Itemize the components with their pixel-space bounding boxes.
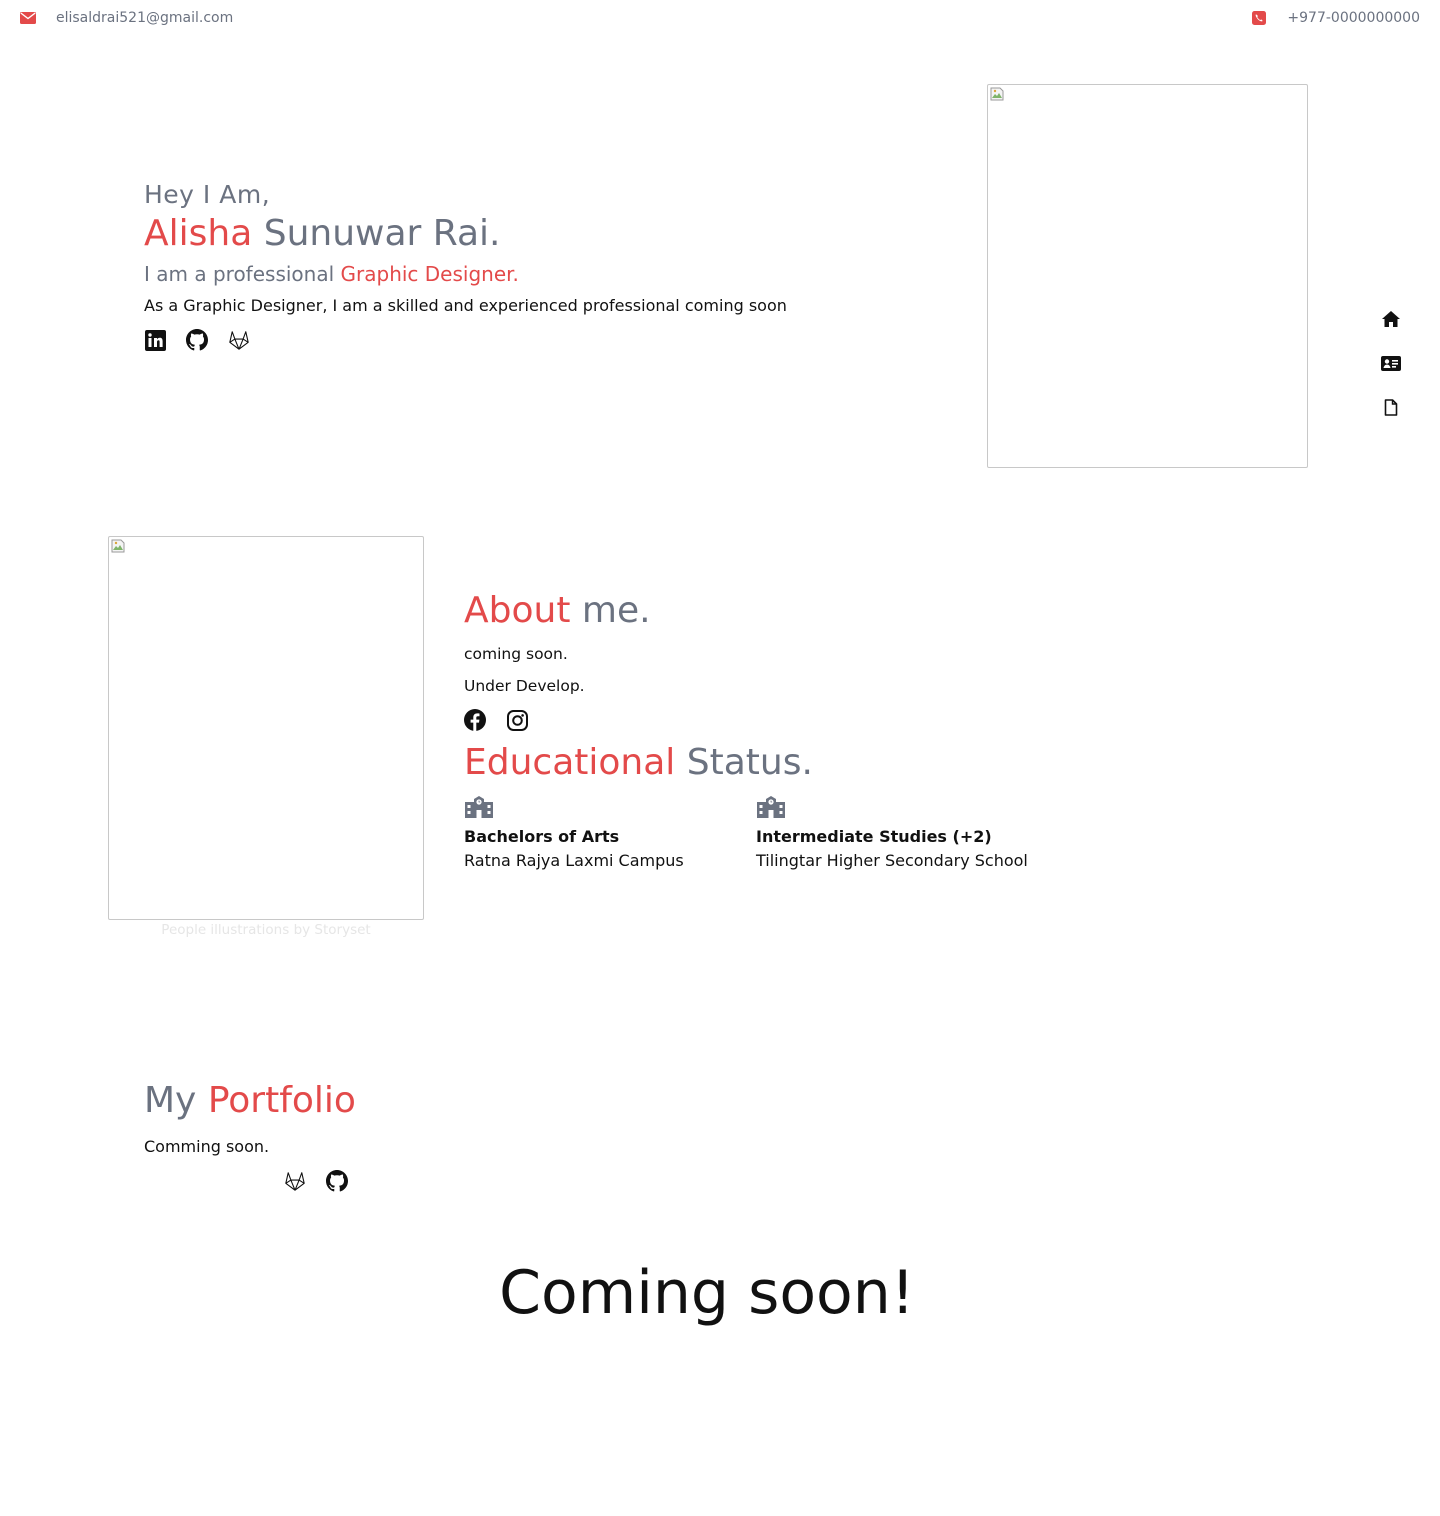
- facebook-icon[interactable]: [464, 709, 486, 731]
- instagram-icon[interactable]: [506, 709, 528, 731]
- linkedin-icon[interactable]: [144, 329, 166, 351]
- home-icon[interactable]: [1380, 308, 1402, 330]
- side-navigation: [1380, 308, 1402, 418]
- top-contact-bar: elisaldrai521@gmail.com +977-0000000000: [0, 0, 1440, 36]
- portfolio-title-rest: My: [144, 1080, 197, 1121]
- hero-image: [987, 84, 1308, 468]
- phone-contact[interactable]: +977-0000000000: [1251, 10, 1420, 26]
- education-title: Educational Status.: [464, 742, 1048, 783]
- education-degree: Bachelors of Arts: [464, 827, 620, 846]
- hero-section: Hey I Am, Alisha Sunuwar Rai. I am a pro…: [144, 180, 787, 351]
- image-credit-link[interactable]: People illustrations by Storyset: [108, 922, 424, 938]
- education-school: Ratna Rajya Laxmi Campus: [464, 851, 684, 870]
- github-icon[interactable]: [326, 1170, 348, 1192]
- coming-soon-heading: Coming soon!: [499, 1258, 915, 1328]
- education-item: Intermediate Studies (+2) Tilingtar High…: [756, 795, 1048, 870]
- about-section: About me. coming soon. Under Develop.: [464, 590, 651, 731]
- portfolio-links: [284, 1170, 356, 1192]
- github-icon[interactable]: [186, 329, 208, 351]
- hero-role: I am a professional Graphic Designer.: [144, 262, 787, 286]
- education-school: Tilingtar Higher Secondary School: [756, 851, 1028, 870]
- school-icon: [756, 796, 786, 823]
- education-title-accent: Educational: [464, 742, 676, 783]
- hero-role-prefix: I am a professional: [144, 262, 335, 286]
- about-image: [108, 536, 424, 920]
- education-degree: Intermediate Studies (+2): [756, 827, 992, 846]
- hero-description: As a Graphic Designer, I am a skilled an…: [144, 296, 787, 315]
- portfolio-section: My Portfolio Comming soon.: [144, 1080, 356, 1192]
- email-text[interactable]: elisaldrai521@gmail.com: [56, 10, 233, 26]
- about-line-1: coming soon.: [464, 645, 568, 663]
- about-title: About me.: [464, 590, 651, 631]
- hero-role-title: Graphic Designer.: [340, 262, 519, 286]
- portfolio-title: My Portfolio: [144, 1080, 356, 1121]
- gitlab-icon[interactable]: [284, 1170, 306, 1192]
- broken-image-icon: [111, 539, 125, 553]
- about-social-links: [464, 709, 651, 731]
- hero-first-name: Alisha: [144, 213, 253, 254]
- about-title-accent: About: [464, 590, 571, 631]
- about-line-2: Under Develop.: [464, 677, 585, 695]
- education-list: Bachelors of Arts Ratna Rajya Laxmi Camp…: [464, 795, 1048, 870]
- hero-name: Alisha Sunuwar Rai.: [144, 213, 787, 254]
- envelope-icon: [20, 10, 36, 26]
- hero-social-links: [144, 329, 787, 351]
- gitlab-icon[interactable]: [228, 329, 250, 351]
- hero-greeting: Hey I Am,: [144, 180, 271, 209]
- contact-card-icon[interactable]: [1380, 352, 1402, 374]
- email-contact[interactable]: elisaldrai521@gmail.com: [20, 10, 233, 26]
- education-title-rest: Status.: [686, 742, 813, 783]
- school-icon: [464, 796, 494, 823]
- hero-last-name: Sunuwar Rai.: [263, 213, 501, 254]
- about-title-rest: me.: [581, 590, 651, 631]
- education-item: Bachelors of Arts Ratna Rajya Laxmi Camp…: [464, 795, 756, 870]
- phone-icon: [1251, 10, 1267, 26]
- broken-image-icon: [990, 87, 1004, 101]
- portfolio-text: Comming soon.: [144, 1137, 270, 1156]
- portfolio-title-accent: Portfolio: [207, 1080, 356, 1121]
- phone-text[interactable]: +977-0000000000: [1287, 10, 1420, 26]
- education-section: Educational Status. Bachelors of Arts Ra…: [464, 742, 1048, 870]
- file-icon[interactable]: [1380, 396, 1402, 418]
